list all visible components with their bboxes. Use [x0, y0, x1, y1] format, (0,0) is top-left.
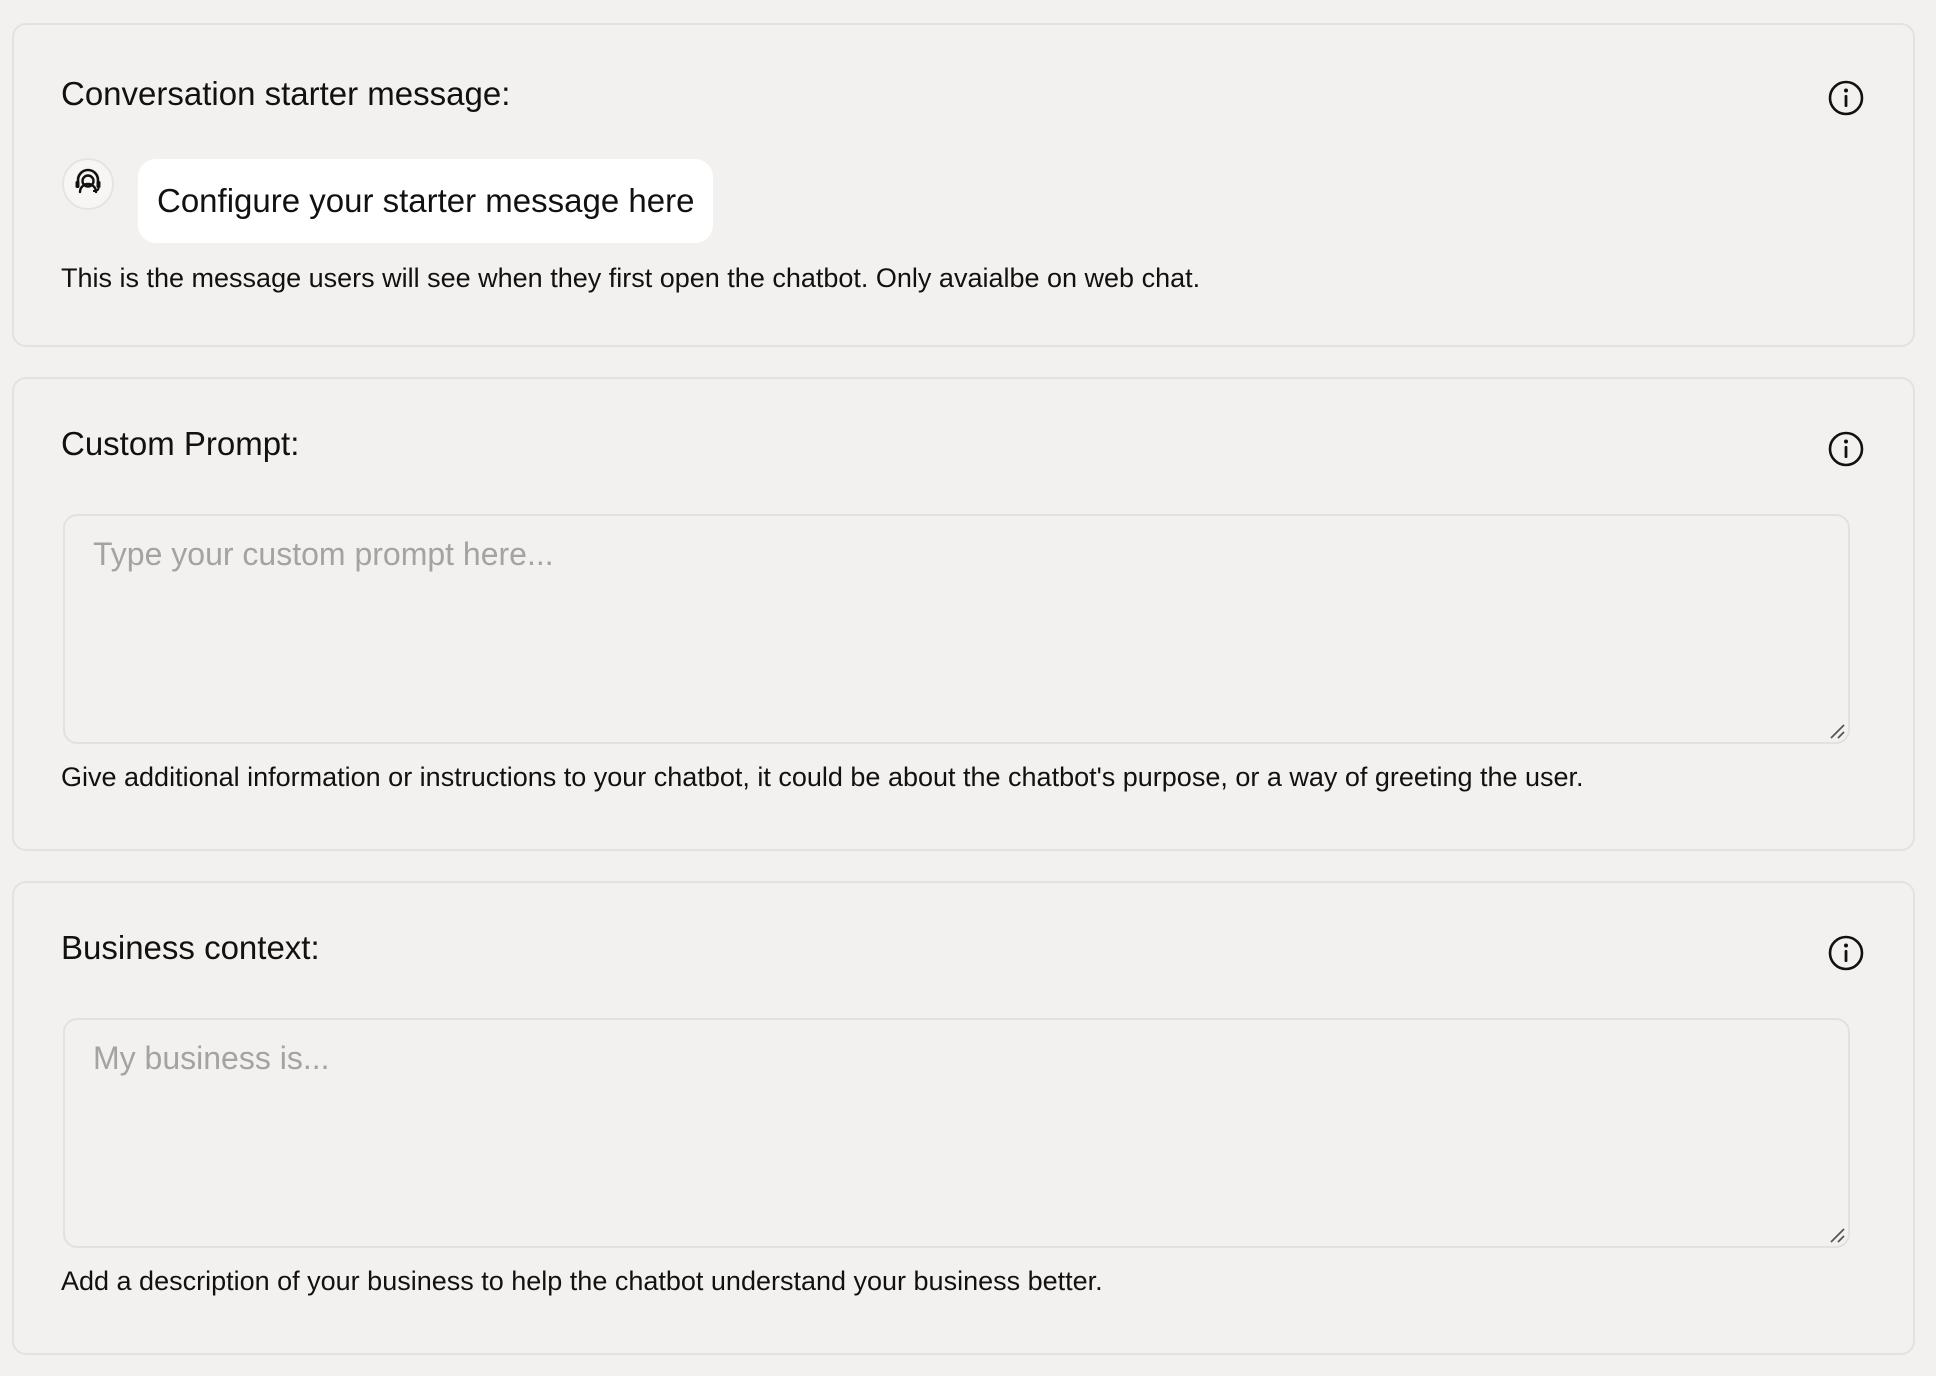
info-icon[interactable]: [1827, 79, 1865, 117]
custom-prompt-title: Custom Prompt:: [61, 425, 300, 462]
resize-handle-icon[interactable]: [1827, 1225, 1847, 1245]
starter-message-bubble[interactable]: Configure your starter message here: [138, 159, 714, 243]
business-context-textarea[interactable]: [63, 1018, 1850, 1248]
starter-message-help-text: This is the message users will see when …: [61, 263, 1201, 293]
starter-message-card: Conversation starter message: Configure …: [12, 23, 1915, 347]
info-icon[interactable]: [1827, 430, 1865, 468]
custom-prompt-textarea[interactable]: [63, 514, 1850, 744]
resize-handle-icon[interactable]: [1827, 721, 1847, 741]
business-context-card: Business context: Add a description of y…: [12, 881, 1915, 1355]
info-icon[interactable]: [1827, 934, 1865, 972]
custom-prompt-help-text: Give additional information or instructi…: [61, 762, 1584, 792]
agent-avatar: [62, 158, 114, 210]
business-context-help-text: Add a description of your business to he…: [61, 1266, 1103, 1296]
headset-agent-icon: [71, 165, 105, 204]
business-context-title: Business context:: [61, 929, 320, 966]
starter-message-title: Conversation starter message:: [61, 75, 511, 112]
custom-prompt-card: Custom Prompt: Give additional informati…: [12, 377, 1915, 851]
